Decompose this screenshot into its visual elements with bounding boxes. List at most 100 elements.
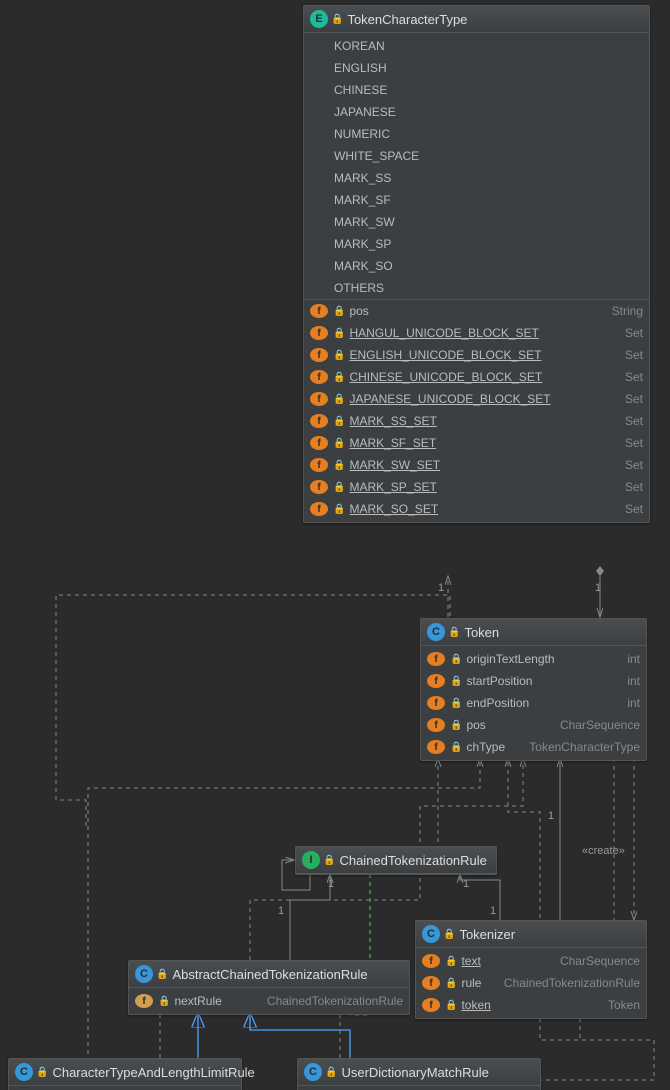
class-body: f🔒dictionaryUserTrieBaseDictionary <box>298 1086 540 1090</box>
field-type: ChainedTokenizationRule <box>504 976 640 990</box>
enum-name: MARK_SF <box>334 193 391 207</box>
field-icon: f <box>422 954 440 968</box>
class-charactertypeandlengthlimitrule[interactable]: C 🔒 CharacterTypeAndLengthLimitRule f🔒le… <box>8 1058 242 1090</box>
enum-constant[interactable]: ENGLISH <box>304 57 649 79</box>
field-row[interactable]: f🔒nextRuleChainedTokenizationRule <box>129 990 409 1012</box>
enum-constant[interactable]: WHITE_SPACE <box>304 145 649 167</box>
enum-name: MARK_SO <box>334 259 393 273</box>
field-row[interactable]: f🔒HANGUL_UNICODE_BLOCK_SETSet <box>304 322 649 344</box>
class-icon: C <box>304 1063 322 1081</box>
field-row[interactable]: f🔒startPositionint <box>421 670 646 692</box>
enum-constant[interactable]: MARK_SW <box>304 211 649 233</box>
enum-name: CHINESE <box>334 83 387 97</box>
enum-constant[interactable]: MARK_SS <box>304 167 649 189</box>
field-type: Set <box>625 370 643 384</box>
field-type: Set <box>625 502 643 516</box>
class-userdictionarymatchrule[interactable]: C 🔒 UserDictionaryMatchRule f🔒dictionary… <box>297 1058 541 1090</box>
field-row[interactable]: f🔒originTextLengthint <box>421 648 646 670</box>
multiplicity-label: 1 <box>278 905 284 917</box>
field-icon: f <box>310 326 328 340</box>
class-token[interactable]: C 🔒 Token f🔒originTextLengthintf🔒startPo… <box>420 618 647 761</box>
field-row[interactable]: f🔒MARK_SP_SETSet <box>304 476 649 498</box>
field-name: MARK_SS_SET <box>349 414 436 428</box>
class-header[interactable]: I 🔒 ChainedTokenizationRule <box>296 847 496 874</box>
field-name: text <box>461 954 480 968</box>
field-row[interactable]: f🔒posString <box>304 299 649 322</box>
enum-constant[interactable]: JAPANESE <box>304 101 649 123</box>
field-icon: f <box>427 740 445 754</box>
field-row[interactable]: f 🔒 token Token <box>416 994 646 1016</box>
class-tokencharactertype[interactable]: E 🔒 TokenCharacterType KOREANENGLISH CHIN… <box>303 5 650 523</box>
class-body: KOREANENGLISH CHINESE JAPANESENUMERIC WHITE… <box>304 33 649 522</box>
class-title: CharacterTypeAndLengthLimitRule <box>52 1065 254 1080</box>
interface-icon: I <box>302 851 320 869</box>
lock-icon: 🔒 <box>333 416 345 427</box>
field-type: TokenCharacterType <box>529 740 640 754</box>
class-abstractchainedtokenizationrule[interactable]: C 🔒 AbstractChainedTokenizationRule f🔒ne… <box>128 960 410 1015</box>
field-icon: f <box>135 994 153 1008</box>
multiplicity-label: 1 <box>490 905 496 917</box>
interface-chainedtokenizationrule[interactable]: I 🔒 ChainedTokenizationRule <box>295 846 497 875</box>
enum-constant[interactable]: MARK_SF <box>304 189 649 211</box>
field-row[interactable]: f🔒textCharSequence <box>416 950 646 972</box>
field-name: MARK_SO_SET <box>349 502 438 516</box>
lock-icon: 🔒 <box>333 504 345 515</box>
lock-icon: 🔒 <box>450 676 462 687</box>
field-row[interactable]: f🔒endPositionint <box>421 692 646 714</box>
lock-icon: 🔒 <box>333 350 345 361</box>
enum-name: WHITE_SPACE <box>334 149 419 163</box>
field-row[interactable]: f🔒MARK_SW_SETSet <box>304 454 649 476</box>
lock-icon: 🔒 <box>445 956 457 967</box>
enum-constant[interactable]: OTHERS <box>304 277 649 299</box>
enum-constant[interactable]: CHINESE <box>304 79 649 101</box>
enum-constant[interactable]: KOREAN <box>304 35 649 57</box>
field-row[interactable]: f🔒JAPANESE_UNICODE_BLOCK_SETSet <box>304 388 649 410</box>
field-type: Token <box>608 998 640 1012</box>
field-row[interactable]: f🔒chTypeTokenCharacterType <box>421 736 646 758</box>
class-header[interactable]: C 🔒 AbstractChainedTokenizationRule <box>129 961 409 988</box>
field-row[interactable]: f🔒posCharSequence <box>421 714 646 736</box>
class-tokenizer[interactable]: C 🔒 Tokenizer f🔒textCharSequencef🔒ruleCh… <box>415 920 647 1019</box>
field-name: token <box>461 998 490 1012</box>
class-icon: C <box>135 965 153 983</box>
class-header[interactable]: C 🔒 UserDictionaryMatchRule <box>298 1059 540 1086</box>
field-row[interactable]: f🔒MARK_SS_SETSet <box>304 410 649 432</box>
field-type: String <box>612 304 643 318</box>
lock-icon: 🔒 <box>333 328 345 339</box>
field-icon: f <box>427 674 445 688</box>
class-title: TokenCharacterType <box>347 12 467 27</box>
class-icon: C <box>422 925 440 943</box>
lock-icon: 🔒 <box>445 1000 457 1011</box>
field-row[interactable]: f🔒ruleChainedTokenizationRule <box>416 972 646 994</box>
enum-constant[interactable]: MARK_SP <box>304 233 649 255</box>
lock-icon: 🔒 <box>333 394 345 405</box>
enum-constant[interactable]: NUMERIC <box>304 123 649 145</box>
enum-constant[interactable]: MARK_SO <box>304 255 649 277</box>
field-name: JAPANESE_UNICODE_BLOCK_SET <box>349 392 550 406</box>
field-icon: f <box>310 370 328 384</box>
field-name: rule <box>461 976 481 990</box>
class-header[interactable]: C 🔒 Token <box>421 619 646 646</box>
field-row[interactable]: f🔒MARK_SO_SETSet <box>304 498 649 520</box>
class-icon: C <box>427 623 445 641</box>
class-body: f🔒textCharSequencef🔒ruleChainedTokenizat… <box>416 948 646 1018</box>
field-type: Set <box>625 436 643 450</box>
field-type: Set <box>625 480 643 494</box>
field-type: int <box>627 674 640 688</box>
class-body: f🔒nextRuleChainedTokenizationRule <box>129 988 409 1014</box>
class-header[interactable]: E 🔒 TokenCharacterType <box>304 6 649 33</box>
multiplicity-label: 1 <box>548 810 554 822</box>
field-name: pos <box>349 304 368 318</box>
field-row[interactable]: f🔒ENGLISH_UNICODE_BLOCK_SETSet <box>304 344 649 366</box>
field-name: endPosition <box>466 696 529 710</box>
field-icon: f <box>310 304 328 318</box>
lock-icon: 🔒 <box>450 742 462 753</box>
field-row[interactable]: f🔒MARK_SF_SETSet <box>304 432 649 454</box>
field-row[interactable]: f🔒CHINESE_UNICODE_BLOCK_SETSet <box>304 366 649 388</box>
multiplicity-label: 1 <box>328 878 334 890</box>
field-type: Set <box>625 458 643 472</box>
class-header[interactable]: C 🔒 Tokenizer <box>416 921 646 948</box>
field-icon: f <box>422 998 440 1012</box>
lock-icon: 🔒 <box>333 438 345 449</box>
class-header[interactable]: C 🔒 CharacterTypeAndLengthLimitRule <box>9 1059 241 1086</box>
